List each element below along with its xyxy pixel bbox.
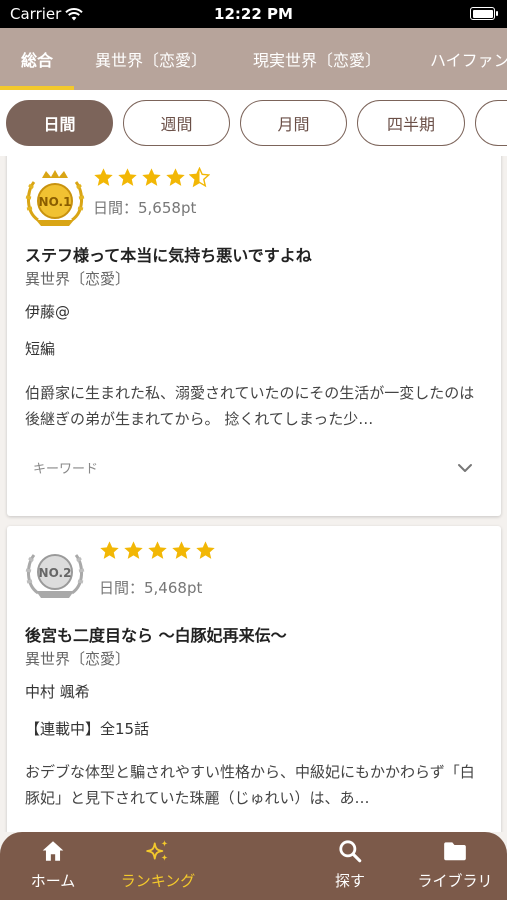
nav-search-label: 探す	[334, 872, 365, 890]
genre-label: 異世界〔恋愛〕	[25, 270, 131, 288]
points-label: 日間：5,658pt	[93, 199, 197, 217]
points-label: 日間：5,468pt	[99, 579, 203, 597]
ranking-list: NO.1 日間：5,658pt ステフ様って本当に気持ち悪いですよね 異世界〔恋…	[0, 156, 507, 832]
nav-library[interactable]: ライブラリ	[405, 838, 505, 894]
star-icon	[100, 541, 119, 559]
period-daily-button[interactable]: 日間	[6, 100, 113, 146]
nav-home-label: ホーム	[30, 872, 76, 890]
clock: 12:22 PM	[214, 5, 293, 23]
silver-medal-icon: NO.2	[25, 554, 85, 598]
novel-title[interactable]: 後宮も二度目なら 〜白豚妃再来伝〜	[25, 622, 287, 646]
home-icon	[42, 841, 64, 861]
tab-overall[interactable]: 総合	[21, 28, 53, 90]
chevron-down-icon	[458, 464, 472, 472]
period-filter-bar: 日間 週間 月間 四半期	[0, 90, 507, 156]
period-monthly-button[interactable]: 月間	[240, 100, 347, 146]
genre-label: 異世界〔恋愛〕	[25, 650, 131, 668]
folder-icon	[444, 842, 466, 861]
status-label: 【連載中】全15話	[25, 720, 150, 738]
star-icon	[118, 168, 137, 186]
keyword-toggle[interactable]: キーワード	[7, 448, 501, 488]
half-star-icon	[189, 167, 210, 188]
author-name[interactable]: 中村 颯希	[25, 681, 90, 702]
synopsis: 伯爵家に生まれた私、溺愛されていたのにその生活が一変したのは後継ぎの弟が生まれて…	[25, 384, 475, 428]
star-icon	[196, 541, 215, 559]
period-next-button[interactable]	[475, 100, 507, 146]
nav-search[interactable]: 探す	[300, 838, 400, 894]
nav-ranking[interactable]: ランキング	[108, 838, 208, 894]
author-name[interactable]: 伊藤@	[25, 301, 70, 322]
genre-tab-bar: 総合 異世界〔恋愛〕 現実世界〔恋愛〕 ハイファン	[0, 28, 507, 90]
star-icon	[148, 541, 167, 559]
nav-home[interactable]: ホーム	[3, 838, 103, 894]
synopsis: おデブな体型と騙されやすい性格から、中級妃にもかかわらず「白豚妃」と見下されてい…	[25, 763, 475, 807]
novel-title[interactable]: ステフ様って本当に気持ち悪いですよね	[25, 242, 312, 266]
battery-icon	[470, 7, 498, 20]
ranking-card[interactable]: NO.2 日間：5,468pt 後宮も二度目なら 〜白豚妃再来伝〜 異世界〔恋愛…	[7, 526, 501, 832]
rank-badge-text: NO.1	[39, 195, 72, 209]
star-icon	[124, 541, 143, 559]
rating-stars	[93, 167, 210, 188]
tab-high-fantasy[interactable]: ハイファン	[430, 28, 507, 90]
nav-ranking-label: ランキング	[120, 872, 196, 890]
tab-real-world-romance[interactable]: 現実世界〔恋愛〕	[253, 28, 381, 90]
star-icon	[94, 168, 113, 186]
period-quarterly-button[interactable]: 四半期	[357, 100, 465, 146]
period-weekly-button[interactable]: 週間	[123, 100, 230, 146]
star-icon	[166, 168, 185, 186]
format-label: 短編	[25, 340, 56, 358]
star-icon	[142, 168, 161, 186]
status-bar: Carrier 12:22 PM	[0, 0, 507, 28]
tab-isekai-romance[interactable]: 異世界〔恋愛〕	[95, 28, 207, 90]
rating-stars	[99, 540, 216, 561]
rank-badge-text: NO.2	[39, 566, 72, 580]
star-icon	[172, 541, 191, 559]
sparkles-icon	[146, 840, 168, 861]
nav-library-label: ライブラリ	[417, 872, 493, 890]
ranking-card[interactable]: NO.1 日間：5,658pt ステフ様って本当に気持ち悪いですよね 異世界〔恋…	[7, 156, 501, 516]
keyword-label: キーワード	[33, 462, 99, 477]
gold-medal-icon: NO.1	[25, 170, 85, 226]
bottom-nav: ホーム ランキング 探す ライブラリ	[0, 832, 507, 900]
search-icon	[339, 840, 362, 863]
